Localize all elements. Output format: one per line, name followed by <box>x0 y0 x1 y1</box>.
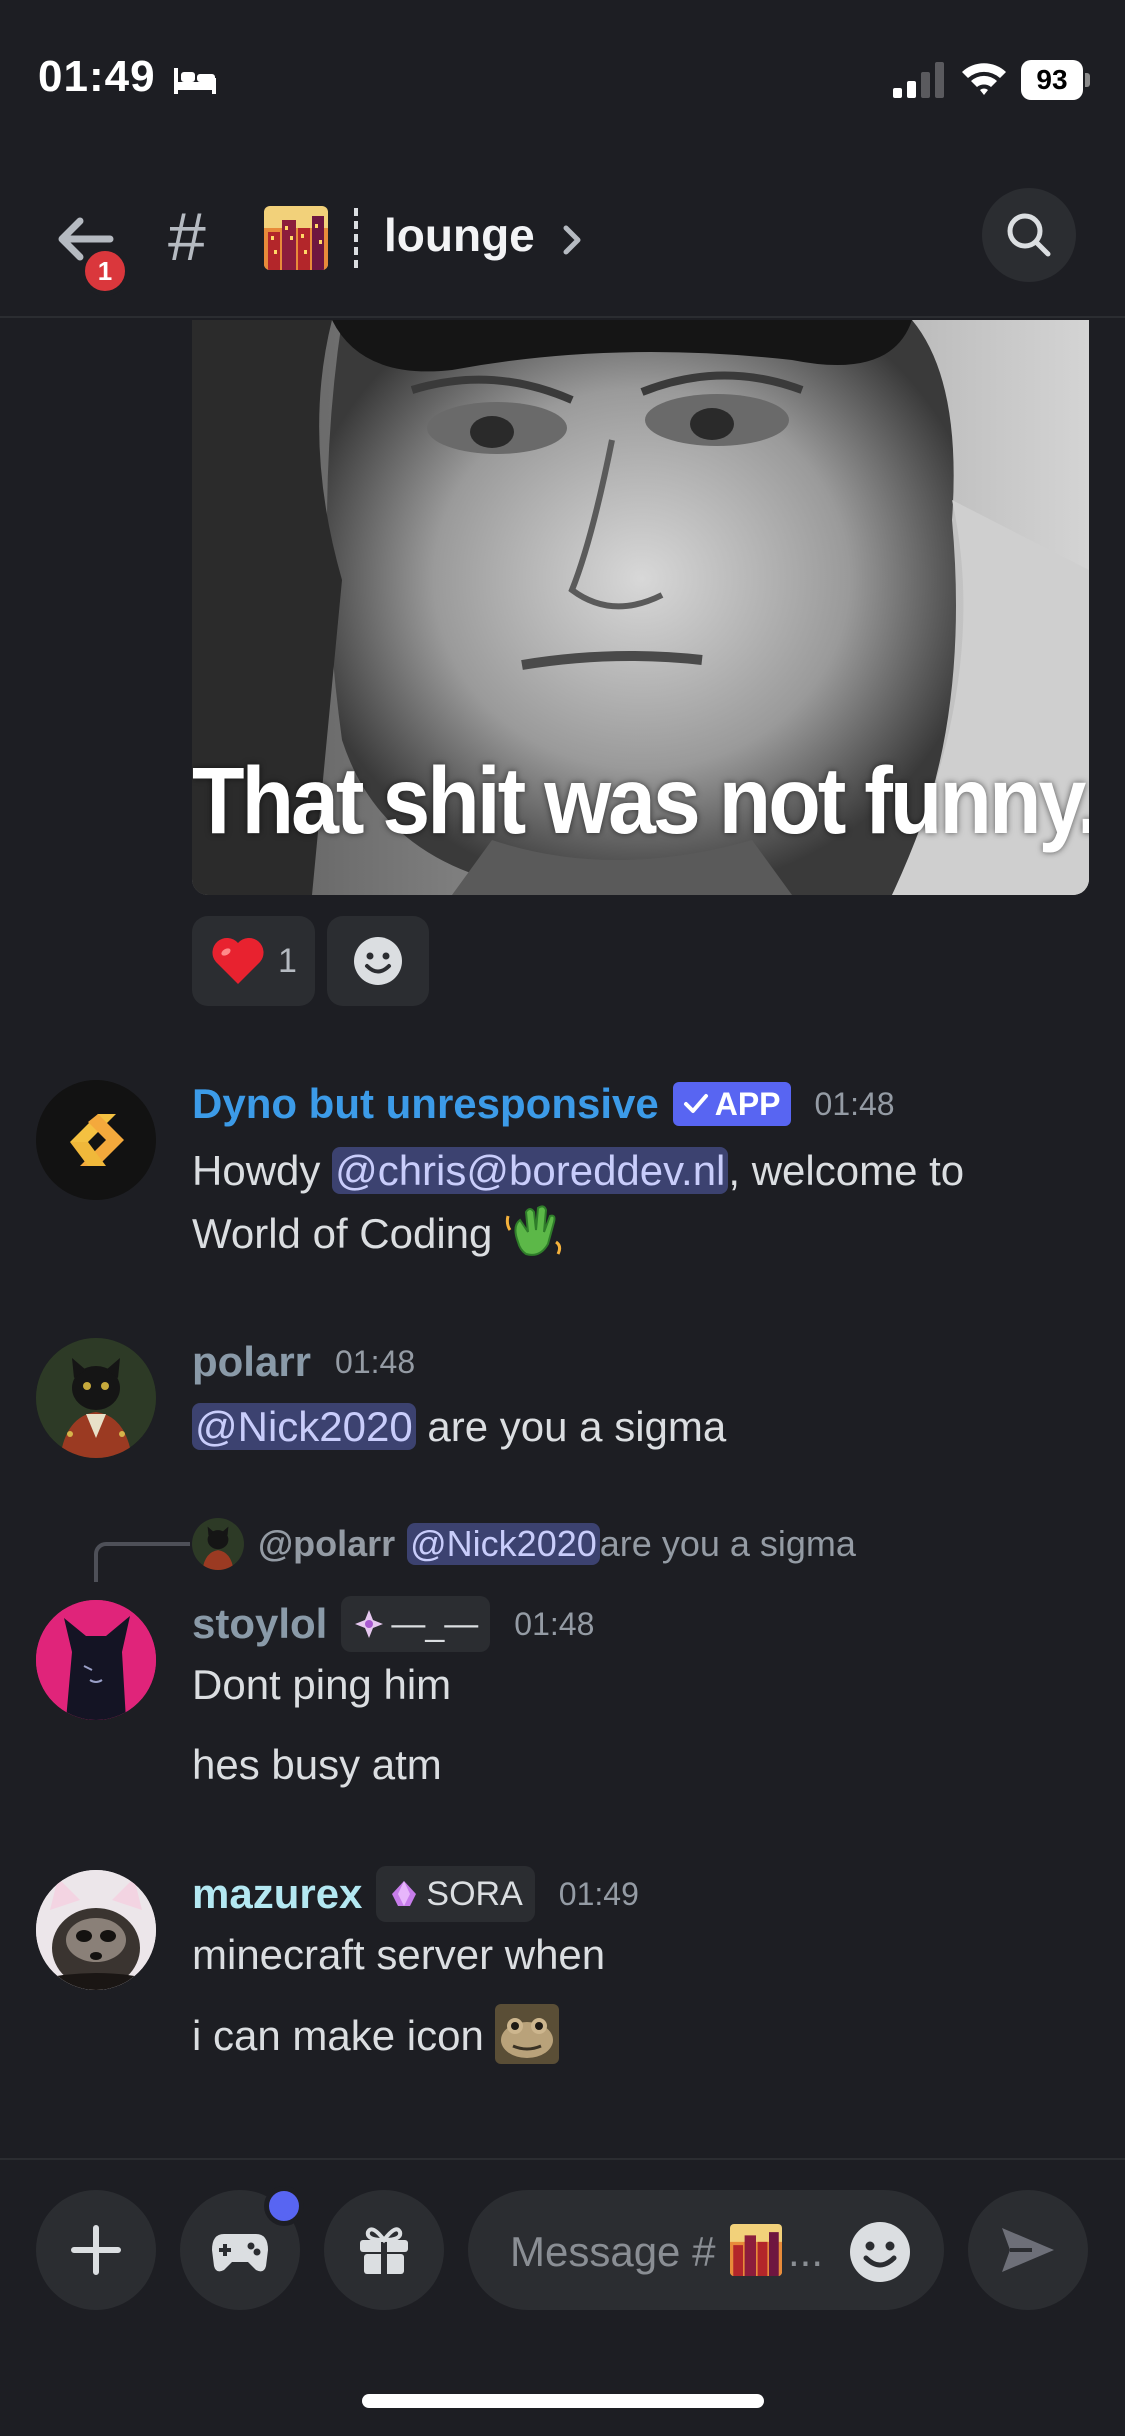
message-line: Dont ping him <box>192 1661 452 1708</box>
unread-badge: 1 <box>80 246 130 296</box>
timestamp: 01:49 <box>558 1875 639 1912</box>
image-attachment[interactable]: That shit was not funny.. <box>192 320 1089 895</box>
red-heart-icon <box>212 937 264 984</box>
message-text: World of Coding <box>192 1210 493 1257</box>
timestamp: 01:48 <box>335 1343 416 1380</box>
battery-tip <box>1085 73 1090 87</box>
message-content: Howdy @chris@boreddev.nl, welcome to Wor… <box>192 1140 964 1265</box>
message-line: minecraft server when <box>192 1931 606 1978</box>
gift-button[interactable] <box>324 2190 444 2310</box>
app-badge: APP <box>672 1082 791 1126</box>
raccoon-avatar <box>36 1870 156 1990</box>
message-line-with-emoji: i can make icon <box>192 2004 560 2067</box>
message-input-ellipsis: ... <box>788 2228 824 2275</box>
black-cat-avatar <box>36 1600 156 1720</box>
avatar[interactable] <box>36 1338 156 1458</box>
user-mention[interactable]: @Nick2020 <box>192 1403 416 1450</box>
send-button[interactable] <box>968 2190 1088 2310</box>
divider-dots-icon <box>354 208 358 268</box>
sparkle-icon <box>355 1610 384 1638</box>
add-reaction-button[interactable] <box>326 916 429 1006</box>
message-header: stoylol —_— 01:48 <box>192 1596 594 1652</box>
message-header: polarr 01:48 <box>192 1338 415 1386</box>
reply-text: are you a sigma <box>599 1523 856 1564</box>
reply-avatar <box>192 1518 244 1570</box>
verified-check-icon <box>683 1094 708 1113</box>
avatar[interactable] <box>36 1870 156 1990</box>
frog-custom-emoji <box>495 2004 560 2064</box>
reaction-heart[interactable]: 1 <box>192 916 315 1006</box>
status-bar: 01:49 93 <box>0 0 1125 160</box>
username[interactable]: Dyno but unresponsive <box>192 1080 659 1128</box>
cellular-signal-icon <box>893 62 944 98</box>
reply-connector <box>94 1542 190 1582</box>
purple-gem-icon <box>392 1881 417 1906</box>
cat-portrait-avatar <box>192 1518 244 1570</box>
message-content: @Nick2020 are you a sigma <box>192 1396 726 1458</box>
wifi-icon <box>962 63 1006 95</box>
avatar[interactable] <box>36 1600 156 1720</box>
waving-hand-emoji <box>505 1205 562 1256</box>
dyno-logo-icon <box>36 1080 156 1200</box>
message-text: are you a sigma <box>415 1403 727 1450</box>
timestamp: 01:48 <box>514 1605 595 1642</box>
role-tag-label: SORA <box>426 1874 523 1913</box>
sleep-focus-icon <box>174 68 216 94</box>
user-mention: @Nick2020 <box>407 1523 600 1565</box>
send-arrow-icon <box>1002 2228 1054 2272</box>
reaction-bar: 1 <box>192 916 429 1006</box>
home-indicator <box>362 2394 764 2408</box>
username[interactable]: stoylol <box>192 1600 327 1648</box>
gift-icon <box>360 2227 408 2274</box>
message-header: mazurex SORA 01:49 <box>192 1866 639 1922</box>
message-header: Dyno but unresponsive APP 01:48 <box>192 1080 895 1128</box>
gamepad-icon <box>212 2234 268 2272</box>
city-emoji-icon <box>730 2224 782 2276</box>
message-text: , welcome to <box>728 1147 965 1194</box>
username[interactable]: polarr <box>192 1338 311 1386</box>
message-input[interactable]: Message # ... <box>468 2190 944 2310</box>
cat-portrait-avatar <box>36 1338 156 1458</box>
search-icon <box>1007 213 1051 257</box>
meme-caption: That shit was not funny.. <box>192 748 1089 854</box>
battery-indicator: 93 <box>1021 60 1091 100</box>
timestamp: 01:48 <box>814 1085 895 1122</box>
emoji-picker-icon[interactable] <box>848 2220 912 2284</box>
username[interactable]: mazurex <box>192 1870 362 1918</box>
role-tag: SORA <box>376 1866 535 1922</box>
app-badge-label: APP <box>714 1085 781 1122</box>
status-time: 01:49 <box>38 52 156 101</box>
role-tag-label: —_— <box>391 1604 479 1643</box>
battery-level: 93 <box>1021 60 1083 100</box>
attach-button[interactable] <box>36 2190 156 2310</box>
search-button[interactable] <box>982 188 1076 282</box>
message-input-placeholder: Message # <box>510 2228 716 2275</box>
message-text: Howdy <box>192 1147 333 1194</box>
message-text: i can make icon <box>192 2012 484 2059</box>
reaction-count: 1 <box>278 941 297 980</box>
channel-name[interactable]: lounge <box>384 208 535 262</box>
text-channel-hash-icon: # <box>168 199 206 275</box>
message-line: hes busy atm <box>192 1741 442 1788</box>
add-reaction-smiley-icon <box>353 937 402 985</box>
plus-icon <box>71 2225 121 2275</box>
chevron-right-icon[interactable] <box>560 220 586 260</box>
reply-reference[interactable]: @polarr @Nick2020 are you a sigma <box>192 1518 856 1570</box>
reply-username: @polarr <box>258 1523 396 1564</box>
user-mention[interactable]: @chris@boreddev.nl <box>332 1147 729 1194</box>
city-emoji-icon <box>264 206 328 270</box>
avatar[interactable] <box>36 1080 156 1200</box>
channel-header: 1 # lounge <box>0 160 1125 318</box>
role-tag: —_— <box>341 1596 491 1652</box>
activities-notification-dot <box>264 2186 304 2226</box>
